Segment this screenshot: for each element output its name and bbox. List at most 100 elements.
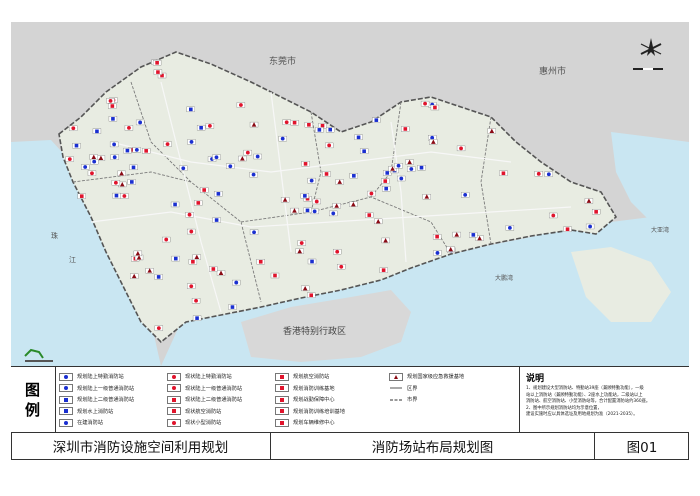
station-marker[interactable] <box>108 103 117 109</box>
station-marker[interactable] <box>544 171 553 177</box>
station-marker[interactable] <box>110 154 119 160</box>
station-marker[interactable] <box>278 135 287 142</box>
station-marker[interactable] <box>310 208 319 215</box>
station-marker[interactable] <box>325 142 334 149</box>
station-marker[interactable] <box>422 194 431 200</box>
station-marker[interactable] <box>216 270 226 276</box>
station-marker[interactable] <box>300 193 310 199</box>
station-marker[interactable] <box>108 116 118 122</box>
station-marker[interactable] <box>430 104 440 111</box>
station-marker[interactable] <box>549 212 558 219</box>
station-marker[interactable] <box>109 141 119 148</box>
station-marker[interactable] <box>152 60 162 66</box>
station-marker[interactable] <box>130 273 139 279</box>
station-marker[interactable] <box>381 178 390 184</box>
station-marker[interactable] <box>452 231 461 238</box>
station-marker[interactable] <box>379 267 388 273</box>
station-marker[interactable] <box>171 255 180 262</box>
station-marker[interactable] <box>117 170 126 177</box>
station-marker[interactable] <box>381 237 390 244</box>
station-marker[interactable] <box>249 171 258 178</box>
station-marker[interactable] <box>349 201 358 207</box>
station-marker[interactable] <box>417 165 426 171</box>
station-marker[interactable] <box>401 126 410 132</box>
station-marker[interactable] <box>367 190 376 197</box>
station-marker[interactable] <box>120 193 129 199</box>
station-marker[interactable] <box>187 228 196 235</box>
station-marker[interactable] <box>124 125 134 131</box>
station-marker[interactable] <box>212 217 221 223</box>
station-marker[interactable] <box>154 274 163 280</box>
station-marker[interactable] <box>307 177 316 184</box>
station-marker[interactable] <box>312 198 321 205</box>
station-marker[interactable] <box>81 164 90 170</box>
station-marker[interactable] <box>329 210 338 217</box>
station-marker[interactable] <box>162 236 171 243</box>
station-marker[interactable] <box>487 128 496 134</box>
station-marker[interactable] <box>461 192 470 198</box>
station-marker[interactable] <box>111 180 121 186</box>
station-marker[interactable] <box>209 266 218 272</box>
station-marker[interactable] <box>232 279 241 286</box>
station-marker[interactable] <box>196 125 206 131</box>
station-marker[interactable] <box>135 119 145 126</box>
station-marker[interactable] <box>405 159 414 165</box>
station-marker[interactable] <box>133 250 143 257</box>
station-marker[interactable] <box>238 155 247 162</box>
station-marker[interactable] <box>307 258 317 265</box>
station-marker[interactable] <box>192 254 201 260</box>
station-marker[interactable] <box>249 121 259 128</box>
station-marker[interactable] <box>290 120 299 126</box>
station-marker[interactable] <box>407 166 416 172</box>
station-marker[interactable] <box>303 207 312 214</box>
station-marker[interactable] <box>214 191 223 197</box>
station-marker[interactable] <box>326 127 335 133</box>
station-marker[interactable] <box>534 171 543 177</box>
station-marker[interactable] <box>322 171 331 177</box>
station-marker[interactable] <box>112 192 121 199</box>
station-marker[interactable] <box>295 248 304 254</box>
station-marker[interactable] <box>446 246 455 252</box>
station-marker[interactable] <box>186 106 195 113</box>
station-marker[interactable] <box>420 100 430 107</box>
station-marker[interactable] <box>290 207 299 214</box>
station-marker[interactable] <box>270 272 280 279</box>
station-marker[interactable] <box>179 165 188 171</box>
station-marker[interactable] <box>187 283 196 289</box>
station-marker[interactable] <box>429 139 438 145</box>
map-canvas[interactable]: 东莞市 惠州市 香港特别行政区 珠 江 大鹏湾 大亚湾 <box>11 22 689 366</box>
station-marker[interactable] <box>365 212 374 218</box>
station-marker[interactable] <box>359 148 369 154</box>
station-marker[interactable] <box>374 218 383 225</box>
station-marker[interactable] <box>170 201 180 208</box>
station-marker[interactable] <box>307 292 316 298</box>
station-marker[interactable] <box>72 142 81 149</box>
station-marker[interactable] <box>335 179 344 185</box>
station-marker[interactable] <box>185 212 194 218</box>
station-marker[interactable] <box>188 259 198 265</box>
station-marker[interactable] <box>301 285 310 292</box>
station-marker[interactable] <box>145 268 154 274</box>
station-marker[interactable] <box>382 186 391 192</box>
station-marker[interactable] <box>499 170 508 176</box>
station-marker[interactable] <box>127 179 136 185</box>
station-marker[interactable] <box>253 153 262 160</box>
station-marker[interactable] <box>337 264 346 270</box>
station-marker[interactable] <box>297 240 306 246</box>
station-marker[interactable] <box>333 249 342 255</box>
station-marker[interactable] <box>469 232 478 238</box>
station-marker[interactable] <box>432 234 442 240</box>
station-marker[interactable] <box>315 127 324 133</box>
station-marker[interactable] <box>65 156 74 162</box>
station-marker[interactable] <box>212 154 221 160</box>
station-marker[interactable] <box>433 250 442 256</box>
station-marker[interactable] <box>153 69 163 75</box>
station-marker[interactable] <box>332 203 341 209</box>
station-marker[interactable] <box>394 163 403 169</box>
station-marker[interactable] <box>200 187 209 193</box>
station-marker[interactable] <box>106 98 115 104</box>
station-marker[interactable] <box>142 148 151 154</box>
station-marker[interactable] <box>585 223 595 230</box>
station-marker[interactable] <box>129 164 138 171</box>
station-marker[interactable] <box>191 298 201 304</box>
